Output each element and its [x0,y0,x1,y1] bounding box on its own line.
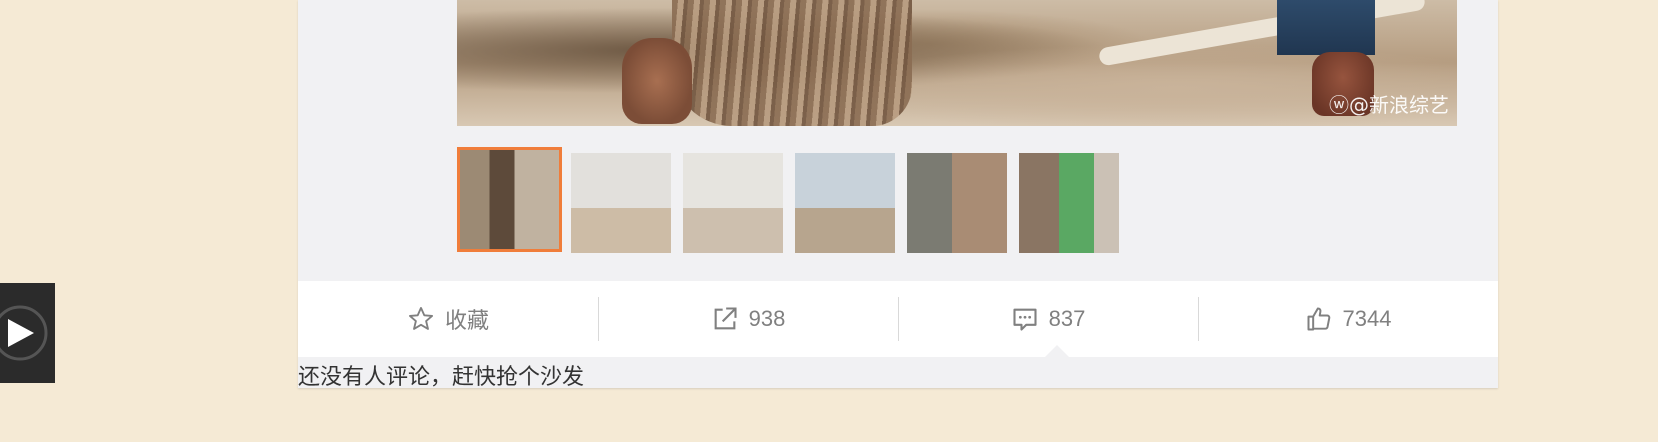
thumbnail-4[interactable] [795,153,895,253]
repost-count: 938 [748,306,786,331]
thumbnail-image [683,153,783,253]
thumbnail-2[interactable] [571,153,671,253]
comment-count: 837 [1048,306,1086,331]
favorite-label: 收藏 [444,308,489,333]
action-bar: 收藏 938 837 7344 [298,281,1498,357]
star-icon [408,306,434,330]
jeans-graphic [1277,0,1375,55]
comment-icon [1013,308,1037,331]
video-play-widget[interactable] [0,283,55,383]
main-photo[interactable]: ⓦ@新浪综艺 [457,0,1457,126]
repost-button[interactable]: 938 [598,281,898,357]
branch-graphic [1097,0,1427,67]
thumbnail-image [460,150,559,249]
photo-watermark: ⓦ@新浪综艺 [1329,93,1449,117]
empty-comments-text: 还没有人评论，赶快抢个沙发 [298,365,585,390]
thumbs-up-icon [1307,307,1330,331]
hand-graphic [622,38,692,124]
share-icon [714,307,737,330]
thumbnail-image [1019,153,1119,253]
tree-trunk-graphic [672,0,912,126]
weibo-logo-icon: ⓦ [1329,93,1349,117]
thumbnail-image [571,153,671,253]
play-icon [0,305,48,361]
like-button[interactable]: 7344 [1198,281,1498,357]
thumbnail-5[interactable] [907,153,1007,253]
like-count: 7344 [1342,306,1392,331]
weibo-card: ⓦ@新浪综艺 收藏 938 837 7344 还没有人评论，赶快抢个沙发 [298,0,1498,390]
thumbnail-3[interactable] [683,153,783,253]
thumbnail-6[interactable] [1019,153,1119,253]
favorite-button[interactable]: 收藏 [298,281,598,357]
thumbnail-image [907,153,1007,253]
thumbnail-1[interactable] [457,147,562,252]
thumbnail-image [795,153,895,253]
comment-pointer-arrow [1045,345,1069,357]
